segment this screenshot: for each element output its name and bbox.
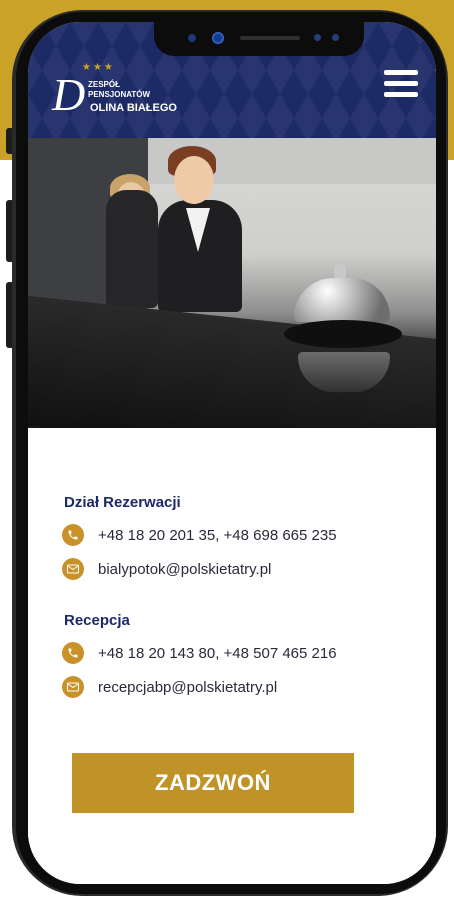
hamburger-menu-icon[interactable]: [384, 70, 418, 98]
speaker-grille: [240, 36, 300, 40]
hero-image: [28, 138, 436, 428]
reservations-phone[interactable]: +48 18 20 201 35, +48 698 665 235: [98, 527, 337, 544]
reception-phone[interactable]: +48 18 20 143 80, +48 507 465 216: [98, 645, 337, 662]
reservations-email[interactable]: bialypotok@polskietatry.pl: [98, 561, 271, 578]
reservations-phone-row[interactable]: +48 18 20 201 35, +48 698 665 235: [62, 524, 337, 546]
logo-line-1: ZESPÓŁ: [88, 80, 121, 89]
logo-stars: ★★★: [82, 62, 115, 73]
email-icon: [62, 676, 84, 698]
receptionist-figure: [106, 190, 158, 308]
reservations-title: Dział Rezerwacji: [64, 494, 181, 511]
receptionist-face: [174, 156, 214, 204]
service-bell-base: [284, 320, 402, 348]
logo-line-3: OLINA BIAŁEGO: [90, 102, 177, 114]
site-logo[interactable]: ★★★ D ZESPÓŁ PENSJONATÓW OLINA BIAŁEGO: [50, 62, 210, 122]
reception-title: Recepcja: [64, 612, 130, 629]
menu-bar: [384, 81, 418, 86]
reception-email[interactable]: recepcjabp@polskietatry.pl: [98, 679, 277, 696]
phone-icon: [62, 642, 84, 664]
sensor-icon: [332, 34, 339, 41]
contact-section: Dział Rezerwacji +48 18 20 201 35, +48 6…: [28, 428, 436, 884]
sensor-icon: [188, 34, 196, 42]
email-icon: [62, 558, 84, 580]
sensor-icon: [314, 34, 321, 41]
reservations-email-row[interactable]: bialypotok@polskietatry.pl: [62, 558, 271, 580]
logo-letter: D: [52, 69, 86, 120]
front-camera-icon: [212, 32, 224, 44]
reception-email-row[interactable]: recepcjabp@polskietatry.pl: [62, 676, 277, 698]
reception-phone-row[interactable]: +48 18 20 143 80, +48 507 465 216: [62, 642, 337, 664]
phone-notch: [154, 22, 364, 56]
phone-icon: [62, 524, 84, 546]
call-button[interactable]: ZADZWOŃ: [72, 753, 354, 813]
menu-bar: [384, 92, 418, 97]
logo-line-2: PENSJONATÓW: [88, 90, 151, 99]
service-bell-icon: [294, 278, 390, 322]
menu-bar: [384, 70, 418, 75]
